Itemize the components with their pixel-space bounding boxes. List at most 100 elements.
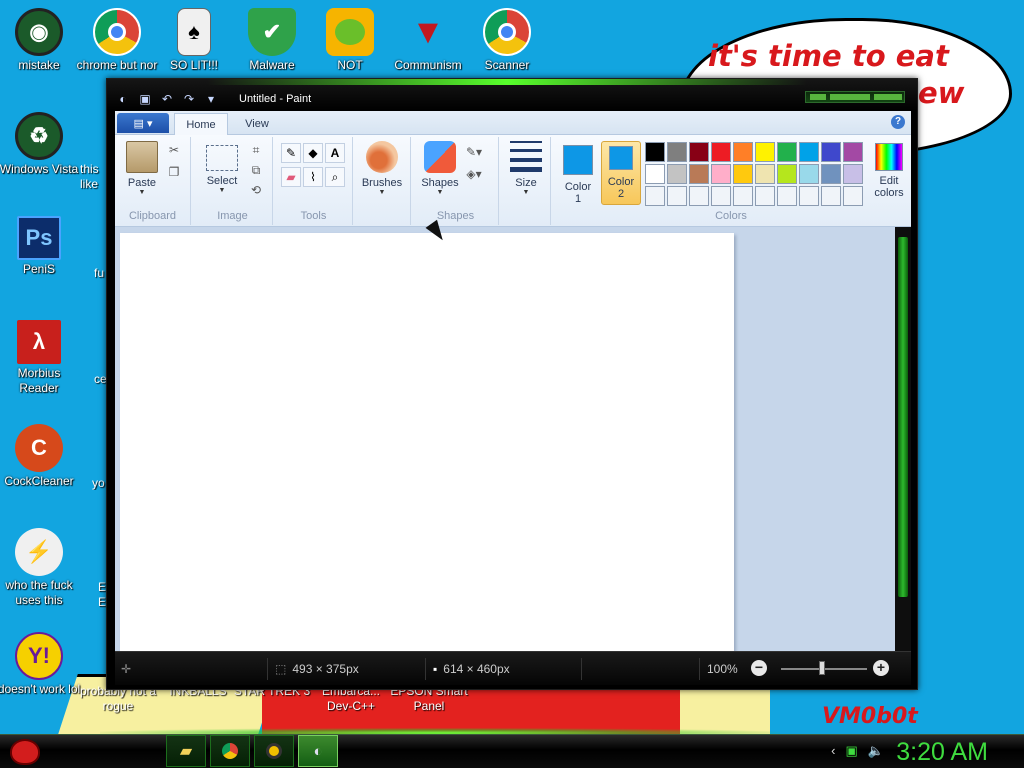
desktop-icon-morbius-reader[interactable]: λ Morbius Reader [0, 320, 81, 396]
tab-view[interactable]: View [237, 113, 277, 135]
palette-swatch[interactable] [799, 164, 819, 184]
palette-swatch[interactable] [689, 142, 709, 162]
palette-swatch[interactable] [755, 142, 775, 162]
save-icon[interactable]: ▣ [137, 91, 153, 107]
resize-icon[interactable]: ⧉ [247, 161, 265, 179]
taskbar-chrome[interactable] [210, 735, 250, 767]
palette-swatch[interactable] [689, 186, 709, 206]
crop-icon[interactable]: ⌗ [247, 141, 265, 159]
outline-icon[interactable]: ✎▾ [465, 143, 483, 161]
palette-swatch[interactable] [821, 142, 841, 162]
brushes-button[interactable]: Brushes ▼ [359, 141, 405, 196]
canvas-workspace[interactable] [115, 227, 895, 651]
shapes-button[interactable]: Shapes ▼ [417, 141, 463, 196]
palette-swatch[interactable] [777, 164, 797, 184]
palette-swatch[interactable] [645, 142, 665, 162]
palette-swatch[interactable] [711, 186, 731, 206]
close-button[interactable] [874, 94, 902, 100]
desktop-icon-mistake[interactable]: ◉ mistake [0, 8, 81, 73]
vertical-scrollbar[interactable] [895, 227, 911, 651]
palette-swatch[interactable] [755, 186, 775, 206]
file-menu-button[interactable]: ▤ ▾ [117, 113, 169, 133]
desktop-icon-chrome[interactable]: chrome but nor [75, 8, 159, 73]
palette-swatch[interactable] [711, 142, 731, 162]
desktop-icon-scanner[interactable]: Scanner [465, 8, 549, 73]
tab-home[interactable]: Home [174, 113, 228, 135]
palette-swatch[interactable] [733, 164, 753, 184]
zoom-slider-thumb[interactable] [819, 661, 825, 675]
palette-swatch[interactable] [733, 186, 753, 206]
palette-swatch[interactable] [777, 142, 797, 162]
network-icon[interactable]: ▣ [846, 743, 858, 759]
disc-icon [266, 743, 282, 759]
magnifier-icon[interactable]: ⌕ [325, 167, 345, 187]
palette-swatch[interactable] [777, 186, 797, 206]
start-button[interactable] [6, 737, 44, 767]
desktop-icon-communism[interactable]: ▼ Communism [386, 8, 470, 73]
redo-icon[interactable]: ↷ [181, 91, 197, 107]
paint-app-icon[interactable]: ◐ [115, 91, 131, 107]
desktop-icon-yahoo[interactable]: Y! doesn't work lol [0, 632, 81, 697]
window-controls[interactable] [805, 91, 905, 103]
desktop-icon-who-the-fuck[interactable]: ⚡ who the fuck uses this [0, 528, 81, 608]
palette-swatch[interactable] [821, 186, 841, 206]
fill-icon[interactable]: ◆ [303, 143, 323, 163]
palette-swatch[interactable] [711, 164, 731, 184]
desktop-icon-solitaire[interactable]: ♠ SO LIT!!! [152, 8, 236, 73]
show-hidden-icons-icon[interactable]: ‹ [831, 743, 835, 759]
palette-swatch[interactable] [645, 186, 665, 206]
rotate-icon[interactable]: ⟲ [247, 181, 265, 199]
color2-button[interactable]: Color 2 [601, 141, 641, 205]
text-icon[interactable]: A [325, 143, 345, 163]
minimize-button[interactable] [810, 94, 826, 100]
palette-swatch[interactable] [755, 164, 775, 184]
taskbar-paint[interactable]: ◐ [298, 735, 338, 767]
palette-swatch[interactable] [667, 186, 687, 206]
pencil-icon[interactable]: ✎ [281, 143, 301, 163]
customize-qat-icon[interactable]: ▾ [203, 91, 219, 107]
color1-button[interactable]: Color 1 [559, 141, 597, 205]
desktop-icon-malware[interactable]: ✔ Malware [230, 8, 314, 73]
desktop-icon-cockcleaner[interactable]: C CockCleaner [0, 424, 81, 489]
palette-swatch[interactable] [733, 142, 753, 162]
taskbar-media[interactable] [254, 735, 294, 767]
volume-icon[interactable]: 🔈 [868, 743, 884, 759]
drawing-canvas[interactable] [120, 233, 734, 651]
palette-swatch[interactable] [667, 142, 687, 162]
palette-swatch[interactable] [667, 164, 687, 184]
desktop-icon-windows-vista[interactable]: ♻ Windows Vista [0, 112, 81, 177]
paint-window[interactable]: ◐ ▣ ↶ ↷ ▾ Untitled - Paint ▤ ▾ Home View… [106, 78, 918, 690]
desktop-icon-photoshop[interactable]: Ps PeniS [0, 216, 81, 277]
title-bar[interactable]: ◐ ▣ ↶ ↷ ▾ Untitled - Paint [107, 79, 917, 111]
palette-swatch[interactable] [843, 142, 863, 162]
eraser-icon[interactable]: ▰ [281, 167, 301, 187]
copy-icon[interactable]: ❐ [165, 163, 183, 181]
palette-swatch[interactable] [821, 164, 841, 184]
help-icon[interactable]: ? [891, 115, 905, 129]
palette-swatch[interactable] [799, 142, 819, 162]
color2-swatch [609, 146, 633, 170]
color-picker-icon[interactable]: ⌇ [303, 167, 323, 187]
desktop-icon-not[interactable]: NOT [308, 8, 392, 73]
palette-swatch[interactable] [843, 164, 863, 184]
palette-swatch[interactable] [689, 164, 709, 184]
maximize-button[interactable] [830, 94, 870, 100]
palette-swatch[interactable] [843, 186, 863, 206]
zoom-in-button[interactable]: + [873, 660, 889, 676]
undo-icon[interactable]: ↶ [159, 91, 175, 107]
select-button[interactable]: Select ▼ [199, 141, 245, 194]
taskbar-clock[interactable]: 3:20 AM [896, 735, 988, 768]
palette-swatch[interactable] [645, 164, 665, 184]
cut-icon[interactable]: ✂ [165, 141, 183, 159]
fill-shape-icon[interactable]: ◈▾ [465, 165, 483, 183]
paste-button[interactable]: Paste ▼ [119, 141, 165, 196]
scrollbar-thumb[interactable] [898, 237, 908, 597]
chevron-down-icon: ▼ [522, 189, 530, 196]
paint-icon: ◐ [313, 742, 323, 760]
edit-colors-button[interactable]: Edit colors [869, 141, 909, 199]
zoom-out-button[interactable]: − [751, 660, 767, 676]
palette-swatch[interactable] [799, 186, 819, 206]
size-button[interactable]: Size ▼ [503, 141, 549, 196]
taskbar-explorer[interactable]: ▰ [166, 735, 206, 767]
ribbon: Paste ▼ ✂ ❐ Clipboard Select ▼ ⌗ ⧉ ⟲ Ima… [115, 135, 911, 227]
